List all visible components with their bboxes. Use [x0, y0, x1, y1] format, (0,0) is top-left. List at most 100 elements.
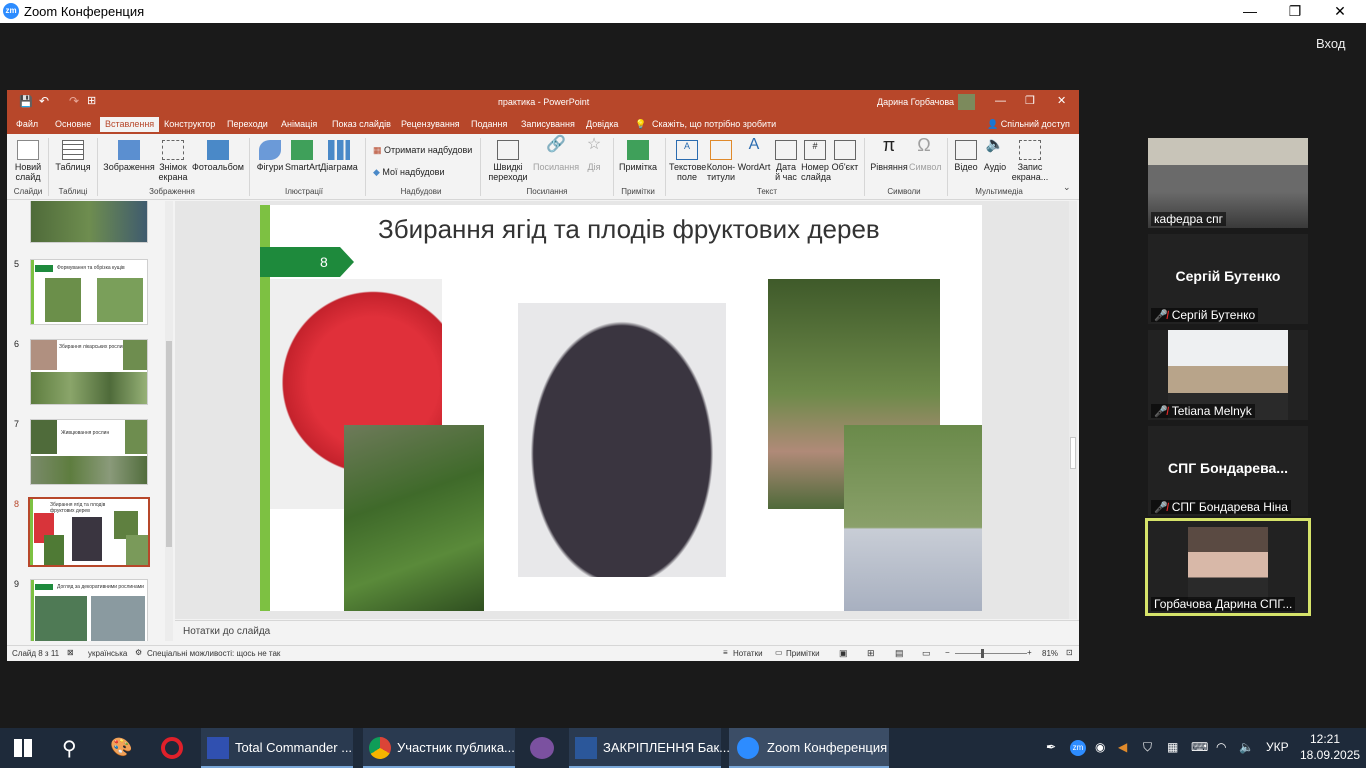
symbol-button[interactable]: Ω Символ: [909, 136, 941, 172]
participant-tile[interactable]: кафедра спг: [1148, 138, 1308, 228]
start-slideshow-icon[interactable]: ⊞: [87, 94, 96, 107]
maximize-button[interactable]: ❐: [1273, 2, 1317, 21]
wordart-button[interactable]: A WordArt: [737, 137, 771, 173]
textbox-button[interactable]: A Текстове поле: [669, 140, 706, 182]
tell-me-search[interactable]: Скажіть, що потрібно зробити: [652, 119, 776, 129]
zoom-in-icon[interactable]: +: [1027, 648, 1032, 657]
clock-date[interactable]: 18.09.2025: [1300, 748, 1360, 762]
action-button[interactable]: ☆ Дія: [581, 137, 607, 173]
pen-icon[interactable]: ✒: [1046, 740, 1056, 754]
clock-time[interactable]: 12:21: [1310, 732, 1340, 746]
close-button[interactable]: ✕: [1318, 2, 1362, 21]
fit-slide-icon[interactable]: ⊡: [1066, 648, 1073, 657]
current-slide[interactable]: 8 Збирання ягід та плодів фруктових дере…: [260, 205, 982, 611]
keyboard-tray-icon[interactable]: ⌨: [1191, 740, 1208, 754]
network-tray-icon[interactable]: ▦: [1167, 740, 1178, 754]
thumbnail-slide-7[interactable]: Живцювання рослин: [30, 419, 148, 485]
photoalbum-button[interactable]: Фотоальбом: [192, 140, 244, 172]
zoom-out-icon[interactable]: −: [945, 648, 950, 657]
plums-bowl-photo[interactable]: [844, 425, 982, 611]
object-button[interactable]: Об'єкт: [831, 140, 859, 172]
berry-bush-photo[interactable]: [344, 425, 484, 611]
tab-slideshow[interactable]: Показ слайдів: [332, 119, 391, 129]
thumbnail-slide-4[interactable]: [30, 201, 148, 243]
spellcheck-icon[interactable]: ⊠: [67, 648, 74, 657]
taskbar-chrome[interactable]: Участник публика...: [363, 728, 515, 768]
viber-tray-icon[interactable]: ◉: [1095, 740, 1105, 754]
normal-view-icon[interactable]: ▣: [839, 648, 848, 659]
thumbnail-slide-6[interactable]: Збирання лікарських рослин: [30, 339, 148, 405]
exit-fullscreen-button[interactable]: Вход: [1316, 36, 1345, 51]
ppt-minimize-icon[interactable]: —: [995, 95, 1006, 107]
my-addins-button[interactable]: ◆ Мої надбудови: [373, 167, 444, 178]
volume-icon[interactable]: 🔈: [1239, 740, 1254, 754]
taskbar-total-commander[interactable]: Total Commander ...: [201, 728, 353, 768]
get-addins-button[interactable]: ▦ Отримати надбудови: [373, 145, 472, 156]
save-icon[interactable]: 💾: [19, 95, 33, 108]
slide-title[interactable]: Збирання ягід та плодів фруктових дерев: [378, 213, 898, 246]
language-status[interactable]: українська: [88, 649, 127, 658]
shapes-button[interactable]: Фігури: [253, 140, 287, 172]
zoom-slider[interactable]: [955, 653, 1027, 654]
participant-tile[interactable]: СПГ Бондарева... 🎤̸ СПГ Бондарева Ніна: [1148, 426, 1308, 516]
accessibility-status[interactable]: Спеціальні можливості: щось не так: [147, 649, 280, 658]
minimize-button[interactable]: —: [1228, 2, 1272, 21]
opera-icon[interactable]: [161, 737, 183, 759]
datetime-button[interactable]: Дата й час: [773, 140, 799, 182]
paint-app-icon[interactable]: 🎨: [110, 737, 132, 758]
tab-recording[interactable]: Записування: [521, 119, 575, 129]
ppt-close-icon[interactable]: ✕: [1057, 94, 1066, 107]
tab-file[interactable]: Файл: [16, 119, 38, 129]
participant-tile-active-speaker[interactable]: Горбачова Дарина СПГ...: [1145, 518, 1311, 616]
header-footer-button[interactable]: Колон-титули: [705, 140, 737, 182]
zoom-slider-handle[interactable]: [981, 649, 984, 658]
thumbnails-scrollbar[interactable]: [165, 201, 173, 641]
link-button[interactable]: 🔗 Посилання: [533, 137, 579, 173]
slide-scrollbar[interactable]: [1069, 201, 1077, 619]
tab-animations[interactable]: Анімація: [281, 119, 317, 129]
participant-tile[interactable]: Сергій Бутенко 🎤̸ Сергій Бутенко: [1148, 234, 1308, 324]
comments-toggle[interactable]: Примітки: [786, 649, 820, 658]
redo-icon[interactable]: ↷: [69, 94, 79, 108]
viber-icon[interactable]: [530, 737, 554, 759]
tab-design[interactable]: Конструктор: [164, 119, 215, 129]
security-tray-icon[interactable]: ⛉: [1143, 740, 1152, 755]
tab-help[interactable]: Довідка: [586, 119, 618, 129]
zoom-tray-icon[interactable]: zm: [1070, 740, 1086, 756]
user-avatar[interactable]: [958, 94, 975, 110]
share-button[interactable]: 👤 Спільний доступ: [987, 119, 1070, 130]
taskbar-word[interactable]: ЗАКРІПЛЕННЯ Бак...: [569, 728, 730, 768]
smartart-button[interactable]: SmartArt: [285, 140, 321, 172]
tab-insert[interactable]: Вставлення: [100, 117, 160, 132]
undo-icon[interactable]: ↶: [39, 94, 49, 108]
video-button[interactable]: Відео: [953, 140, 979, 172]
slide-number-button[interactable]: # Номер слайда: [801, 140, 831, 182]
taskbar-zoom[interactable]: Zoom Конференция: [729, 728, 889, 768]
thumbnail-slide-9[interactable]: Догляд за декоративними рослинами: [30, 579, 148, 641]
tab-home[interactable]: Основне: [55, 119, 91, 129]
images-button[interactable]: Зображення: [101, 140, 157, 172]
input-language[interactable]: УКР: [1266, 740, 1289, 754]
thumbnail-slide-5[interactable]: Формування та обрізка кущів: [30, 259, 148, 325]
notes-pane[interactable]: Нотатки до слайда: [175, 620, 1079, 641]
participant-tile[interactable]: 🎤̸ Tetiana Melnyk: [1148, 330, 1308, 420]
blackberries-photo[interactable]: [518, 303, 726, 577]
zoom-level[interactable]: 81%: [1042, 649, 1058, 658]
chart-button[interactable]: Діаграма: [319, 140, 359, 172]
wifi-icon[interactable]: ◠: [1216, 740, 1226, 754]
ppt-restore-icon[interactable]: ❐: [1025, 94, 1035, 107]
notes-toggle[interactable]: Нотатки: [733, 649, 763, 658]
screenshot-button[interactable]: Знімок екрана: [155, 140, 191, 182]
slide-sorter-icon[interactable]: ⊞: [867, 648, 875, 659]
table-button[interactable]: Таблиця: [53, 140, 93, 172]
reading-view-icon[interactable]: ▤: [895, 648, 904, 659]
slideshow-view-icon[interactable]: ▭: [922, 648, 931, 659]
tab-view[interactable]: Подання: [471, 119, 507, 129]
thumbnail-slide-8-selected[interactable]: Збирання ягід та плодів фруктових дерев: [28, 497, 150, 567]
comment-button[interactable]: Примітка: [617, 140, 659, 172]
screen-record-button[interactable]: Запис екрана...: [1011, 140, 1049, 182]
speaker-tray-icon[interactable]: ◀: [1118, 740, 1127, 754]
start-button[interactable]: [14, 739, 32, 757]
new-slide-button[interactable]: Новий слайд: [11, 140, 45, 182]
audio-button[interactable]: 🔈 Аудіо: [981, 137, 1009, 172]
